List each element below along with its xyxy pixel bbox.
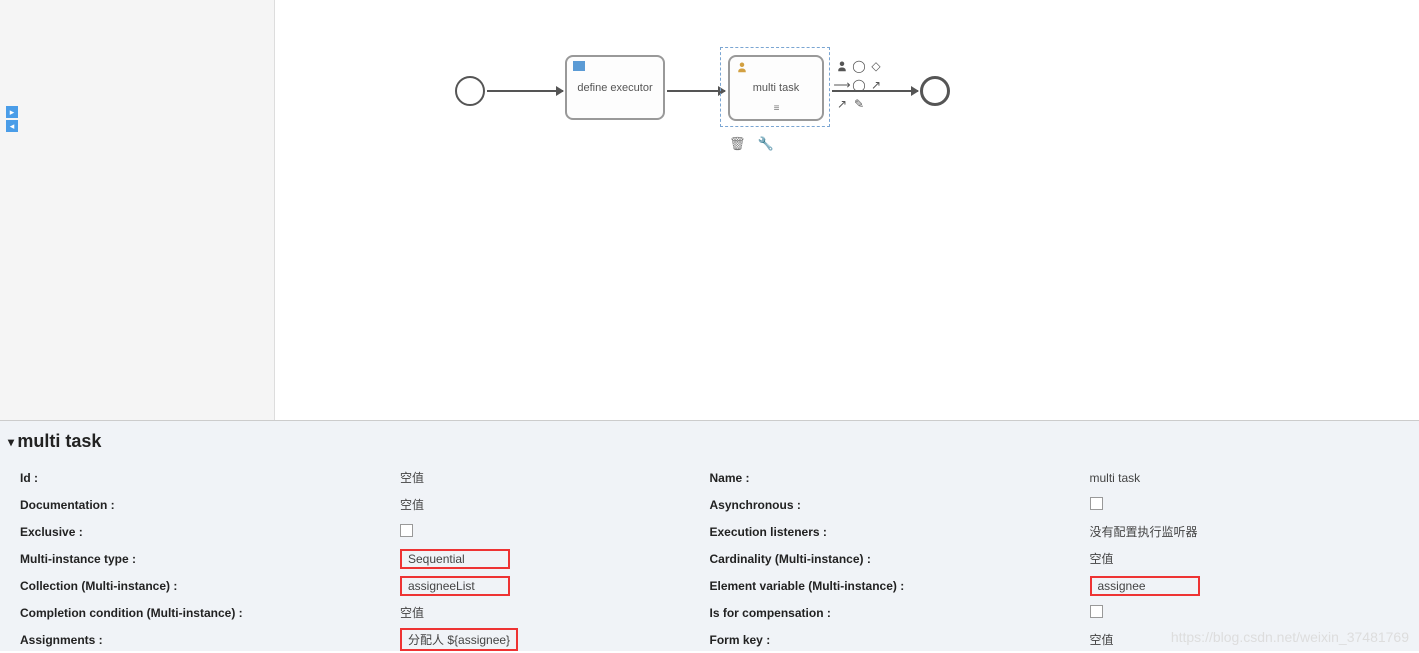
properties-col-right: Name :multi taskAsynchronous :Execution … <box>710 464 1400 653</box>
property-value[interactable]: 空值 <box>400 604 424 621</box>
property-label: Multi-instance type : <box>20 552 400 566</box>
diagram-canvas[interactable]: define executor multi task ≡ ◯ ◇ ⟶ ◯ ↗ ↗… <box>275 0 1419 420</box>
expand-icon[interactable]: ▸ <box>6 106 18 118</box>
property-row[interactable]: Form key :空值 <box>710 626 1400 653</box>
service-task-define-executor[interactable]: define executor <box>565 55 665 120</box>
properties-panel: multi task Id :空值Documentation :空值Exclus… <box>0 420 1419 651</box>
property-row[interactable]: Element variable (Multi-instance) :assig… <box>710 572 1400 599</box>
checkbox[interactable] <box>400 524 413 537</box>
context-pad-row3: ↗ ✎ <box>835 97 866 111</box>
property-label: Form key : <box>710 633 1090 647</box>
checkbox[interactable] <box>1090 605 1103 618</box>
property-value[interactable] <box>1090 605 1103 621</box>
element-tools: 🗑 🔧 <box>729 136 774 152</box>
edit-icon[interactable]: ✎ <box>852 97 866 111</box>
user-icon <box>736 61 748 73</box>
property-row[interactable]: Multi-instance type :Sequential <box>20 545 710 572</box>
property-row[interactable]: Completion condition (Multi-instance) :空… <box>20 599 710 626</box>
context-pad: ◯ ◇ <box>835 59 883 73</box>
property-label: Execution listeners : <box>710 525 1090 539</box>
property-label: Element variable (Multi-instance) : <box>710 579 1090 593</box>
collapse-icon[interactable]: ◂ <box>6 120 18 132</box>
property-row[interactable]: Assignments :分配人 ${assignee} <box>20 626 710 653</box>
editor-area: ▸ ◂ define executor multi task ≡ ◯ ◇ ⟶ ◯… <box>0 0 1419 420</box>
property-label: Cardinality (Multi-instance) : <box>710 552 1090 566</box>
property-row[interactable]: Execution listeners :没有配置执行监听器 <box>710 518 1400 545</box>
end-event[interactable] <box>920 76 950 106</box>
start-event[interactable] <box>455 76 485 106</box>
properties-col-left: Id :空值Documentation :空值Exclusive :Multi-… <box>20 464 710 653</box>
property-label: Is for compensation : <box>710 606 1090 620</box>
property-row[interactable]: Cardinality (Multi-instance) :空值 <box>710 545 1400 572</box>
property-label: Completion condition (Multi-instance) : <box>20 606 400 620</box>
property-row[interactable]: Collection (Multi-instance) :assigneeLis… <box>20 572 710 599</box>
property-value[interactable]: Sequential <box>400 549 510 569</box>
sequence-flow[interactable] <box>832 90 918 92</box>
sequence-flow[interactable] <box>667 90 725 92</box>
property-label: Collection (Multi-instance) : <box>20 579 400 593</box>
task-type-icon <box>573 61 585 71</box>
property-label: Name : <box>710 471 1090 485</box>
property-label: Documentation : <box>20 498 400 512</box>
user-task-multi-task-selection[interactable]: multi task ≡ <box>720 47 830 127</box>
panel-title[interactable]: multi task <box>0 431 1419 460</box>
user-icon[interactable] <box>835 59 849 73</box>
palette-sidebar: ▸ ◂ <box>0 0 275 420</box>
property-row[interactable]: Name :multi task <box>710 464 1400 491</box>
property-row[interactable]: Id :空值 <box>20 464 710 491</box>
property-value[interactable] <box>1090 497 1103 513</box>
checkbox[interactable] <box>1090 497 1103 510</box>
property-label: Asynchronous : <box>710 498 1090 512</box>
task-label: multi task <box>753 82 799 94</box>
property-value[interactable]: 空值 <box>1090 631 1114 648</box>
property-label: Assignments : <box>20 633 400 647</box>
wrench-icon[interactable]: 🔧 <box>758 136 774 152</box>
property-value[interactable]: 空值 <box>1090 550 1114 567</box>
user-task-multi-task[interactable]: multi task ≡ <box>728 55 824 121</box>
properties-grid: Id :空值Documentation :空值Exclusive :Multi-… <box>0 460 1419 653</box>
property-value[interactable]: 空值 <box>400 496 424 513</box>
property-row[interactable]: Exclusive : <box>20 518 710 545</box>
property-row[interactable]: Documentation :空值 <box>20 491 710 518</box>
circle-icon[interactable]: ◯ <box>852 59 866 73</box>
sidebar-toggle: ▸ ◂ <box>6 106 18 134</box>
arrow-icon[interactable]: ↗ <box>835 97 849 111</box>
multi-instance-marker-icon: ≡ <box>774 103 779 114</box>
property-value[interactable]: 空值 <box>400 469 424 486</box>
trash-icon[interactable]: 🗑 <box>729 136 746 152</box>
property-row[interactable]: Asynchronous : <box>710 491 1400 518</box>
property-row[interactable]: Is for compensation : <box>710 599 1400 626</box>
sequence-flow[interactable] <box>487 90 563 92</box>
property-label: Exclusive : <box>20 525 400 539</box>
property-value[interactable]: assigneeList <box>400 576 510 596</box>
task-label: define executor <box>577 82 652 94</box>
property-value[interactable] <box>400 524 413 540</box>
property-label: Id : <box>20 471 400 485</box>
gateway-icon[interactable]: ◇ <box>869 59 883 73</box>
property-value[interactable]: assignee <box>1090 576 1200 596</box>
property-value[interactable]: 分配人 ${assignee} <box>400 628 518 651</box>
property-value[interactable]: multi task <box>1090 471 1141 485</box>
property-value[interactable]: 没有配置执行监听器 <box>1090 523 1198 540</box>
